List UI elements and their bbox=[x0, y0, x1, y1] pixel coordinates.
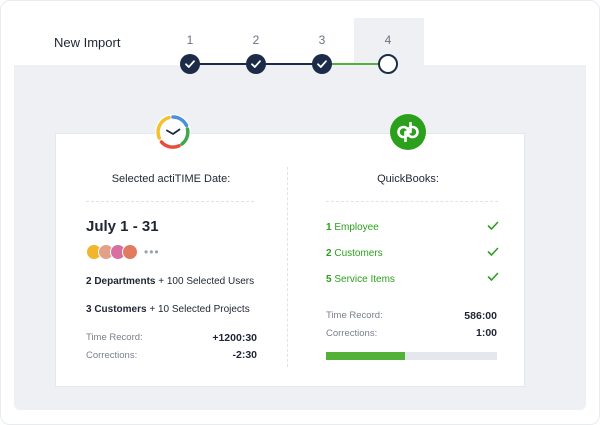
time-record-label: Time Record: bbox=[86, 332, 143, 343]
more-avatars-icon[interactable]: ••• bbox=[144, 245, 160, 259]
check-icon bbox=[317, 60, 327, 68]
step-4-number: 4 bbox=[384, 33, 392, 47]
step-3-number: 3 bbox=[318, 33, 326, 47]
qb-corrections-label: Corrections: bbox=[326, 328, 378, 339]
departments-summary: 2 Departments + 100 Selected Users bbox=[86, 276, 254, 287]
import-window: New Import 1 2 3 4 Selected actiTIME Dat… bbox=[0, 0, 600, 425]
corrections-value: -2:30 bbox=[232, 349, 257, 361]
step-connector-3 bbox=[330, 63, 380, 65]
avatar bbox=[122, 244, 138, 260]
corrections-label: Corrections: bbox=[86, 350, 138, 361]
step-connector-2 bbox=[264, 63, 314, 65]
check-icon bbox=[487, 272, 499, 281]
check-icon bbox=[185, 60, 195, 68]
departments-count: 2 Departments bbox=[86, 276, 156, 287]
qb-item-label: Employee bbox=[331, 222, 379, 233]
user-avatars[interactable]: ••• bbox=[86, 244, 160, 260]
actitime-clock-icon bbox=[155, 114, 191, 150]
actitime-heading: Selected actiTIME Date: bbox=[111, 173, 231, 185]
customers-summary: 3 Customers + 10 Selected Projects bbox=[86, 304, 250, 315]
import-progress-bar bbox=[326, 352, 497, 360]
left-separator bbox=[86, 201, 254, 202]
import-summary-card bbox=[55, 133, 525, 387]
step-3-done[interactable] bbox=[312, 54, 332, 74]
qb-item-service-items: 5 Service Items bbox=[326, 274, 395, 285]
column-divider bbox=[287, 167, 288, 367]
selected-projects: + 10 Selected Projects bbox=[146, 304, 250, 315]
qb-corrections-value: 1:00 bbox=[475, 327, 497, 339]
date-range: July 1 - 31 bbox=[86, 218, 159, 235]
step-1-done[interactable] bbox=[180, 54, 200, 74]
check-icon bbox=[487, 247, 499, 256]
qb-item-customers: 2 Customers bbox=[326, 248, 383, 259]
quickbooks-heading: QuickBooks: bbox=[377, 173, 439, 185]
step-1-number: 1 bbox=[186, 33, 194, 47]
customers-count: 3 Customers bbox=[86, 304, 147, 315]
qb-item-label: Service Items bbox=[331, 274, 395, 285]
step-4-current[interactable] bbox=[378, 54, 398, 74]
qb-item-label: Customers bbox=[331, 248, 383, 259]
step-2-done[interactable] bbox=[246, 54, 266, 74]
qb-time-record-label: Time Record: bbox=[326, 310, 383, 321]
qb-time-record-value: 586:00 bbox=[464, 310, 497, 322]
check-icon bbox=[487, 221, 499, 230]
page-title: New Import bbox=[54, 35, 121, 50]
step-connector-1 bbox=[198, 63, 248, 65]
check-icon bbox=[251, 60, 261, 68]
selected-users: + 100 Selected Users bbox=[155, 276, 255, 287]
time-record-value: +1200:30 bbox=[212, 332, 257, 344]
right-separator bbox=[326, 201, 498, 202]
step-2-number: 2 bbox=[252, 33, 260, 47]
qb-item-employee: 1 Employee bbox=[326, 222, 379, 233]
quickbooks-logo-icon bbox=[390, 114, 426, 150]
import-progress-fill bbox=[326, 352, 405, 360]
